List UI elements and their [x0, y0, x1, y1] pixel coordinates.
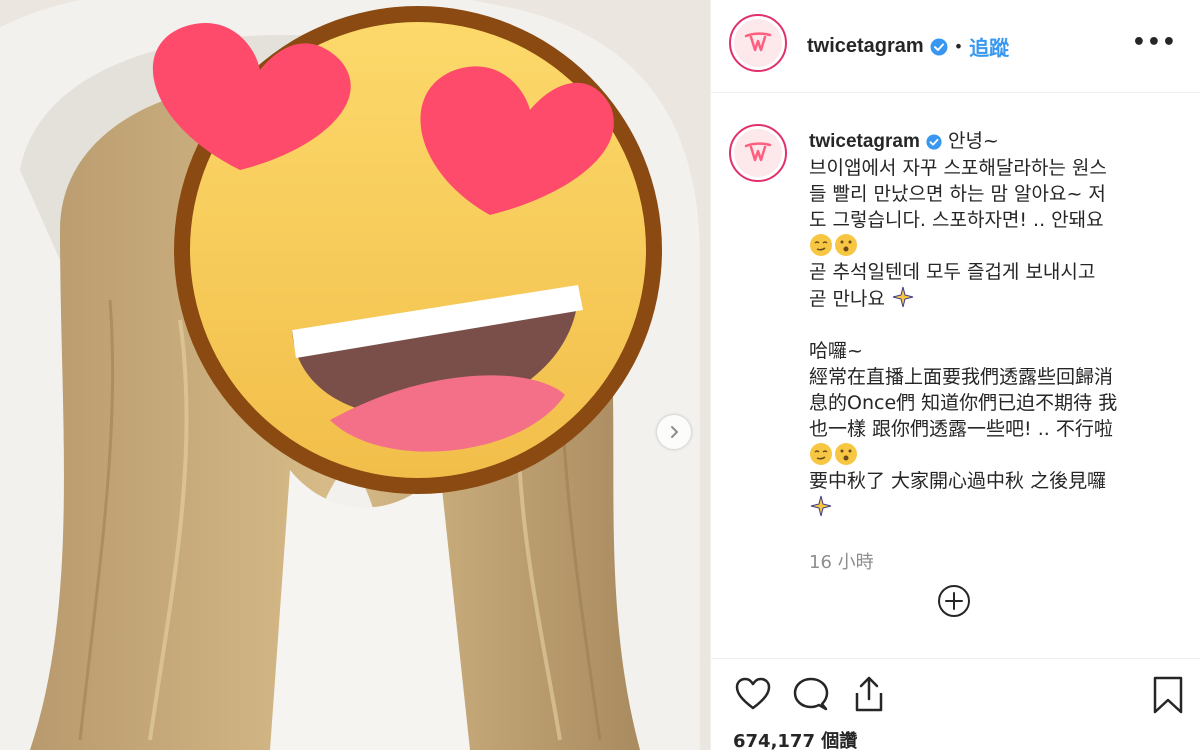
post-sidebar: twicetagram • 追蹤 ••• twicetagram 안녕~ 브이앱…: [710, 0, 1200, 753]
caption-emoji-line: [809, 233, 1179, 259]
header-username[interactable]: twicetagram: [807, 35, 924, 58]
post-image: [0, 0, 710, 750]
caption-line: 要中秋了 大家開心過中秋 之後見囉: [809, 470, 1107, 492]
caption-line: 도 그렇습니다. 스포하자면! .. 안돼요: [809, 209, 1104, 231]
post-caption: twicetagram 안녕~ 브이앱에서 자꾸 스포해달라하는 원스 들 빨리…: [809, 128, 1179, 521]
caption-line: 息的Once們 知道你們已迫不期待 我: [809, 392, 1118, 414]
chevron-right-icon: [671, 426, 678, 438]
verified-badge-icon: [930, 38, 948, 55]
smirk-hush-emoji-icon: [810, 443, 857, 465]
likes-count[interactable]: 674,177 個讚: [733, 727, 857, 753]
caption-line: 브이앱에서 자꾸 스포해달라하는 원스: [809, 157, 1107, 179]
bookmark-icon[interactable]: [1151, 675, 1185, 715]
caption-line: 哈囉~: [809, 340, 863, 362]
caption-line: 들 빨리 만났으면 하는 맘 알아요~ 저: [809, 183, 1106, 205]
caption-line: 經常在直播上面要我們透露些回歸消: [809, 366, 1114, 388]
twice-logo-icon: [734, 129, 782, 177]
caption-avatar[interactable]: [729, 124, 787, 182]
caption-line-with-sparkle: 곧 만나요: [809, 285, 1179, 312]
more-options-button[interactable]: •••: [1132, 30, 1177, 55]
caption-greeting: 안녕~: [947, 130, 999, 152]
post-timestamp[interactable]: 16 小時: [809, 548, 874, 574]
caption-line: 곧 추석일텐데 모두 즐겁게 보내시고: [809, 261, 1096, 283]
sparkles-icon: [810, 495, 832, 517]
caption-first-line: twicetagram 안녕~: [809, 128, 1179, 155]
comment-bubble-icon[interactable]: [791, 675, 831, 715]
header-user-row: twicetagram • 追蹤: [807, 32, 1009, 61]
sparkles-icon: [892, 286, 914, 308]
post-actions: 674,177 個讚: [711, 658, 1200, 753]
next-image-button[interactable]: [657, 415, 691, 449]
plus-circle-icon[interactable]: [937, 584, 971, 618]
post-header: twicetagram • 追蹤 •••: [711, 0, 1200, 93]
caption-username[interactable]: twicetagram: [809, 131, 920, 152]
smirk-hush-emoji-icon: [810, 234, 857, 256]
separator-dot: •: [953, 37, 964, 56]
caption-sparkle-line: [809, 494, 1179, 521]
caption-line: 也一樣 跟你們透露一些吧! .. 不行啦: [809, 418, 1113, 440]
heart-outline-icon[interactable]: [733, 675, 773, 715]
follow-button[interactable]: 追蹤: [969, 32, 1009, 61]
twice-logo-icon: [734, 19, 782, 67]
profile-avatar[interactable]: [729, 14, 787, 72]
verified-badge-icon: [926, 133, 942, 150]
post-photo-illustration: [0, 0, 710, 750]
caption-emoji-line: [809, 442, 1179, 468]
share-icon[interactable]: [849, 675, 889, 715]
caption-line-text: 곧 만나요: [809, 288, 885, 310]
